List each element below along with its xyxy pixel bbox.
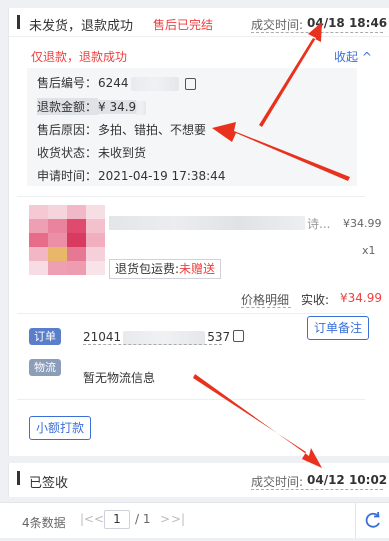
page-total: / 1 [135,512,151,526]
refund-amount-row: 退款金额：¥ 34.9 [37,98,147,116]
status-bar [17,15,20,29]
product-title-blur [109,216,305,230]
refresh-button[interactable] [355,503,389,538]
aftersale-status-badge: 售后已完结 [153,18,214,32]
order-number-prefix: 21041 [83,330,122,344]
price-detail-link[interactable]: 价格明细 [241,291,289,308]
deal-time-underline [251,489,383,490]
apply-time-value: 2021-04-19 17:38:44 [98,169,226,183]
apply-time-label: 申请时间： [37,169,98,183]
small-payment-button[interactable]: 小额打款 [29,416,92,440]
prev-page-icon[interactable]: < [94,512,104,526]
deal-time-label: 成交时间: [251,475,304,489]
divider [17,399,365,400]
copy-icon[interactable] [233,330,244,342]
collapse-link[interactable]: 收起 ^ [334,48,372,65]
shipping-insurance-label: 退货包运费: [115,262,180,276]
order-card-header: 未发货，退款成功 售后已完结 成交时间: 04/18 18:46 [9,8,389,37]
deal-time-value: 04/12 10:02 [307,473,388,487]
actual-received-value: ¥34.99 [340,291,382,305]
deal-time-value: 04/18 18:46 [307,16,388,30]
order-tag: 订单 [29,328,61,345]
status-bar [17,471,20,485]
product-price: ¥34.99 [343,217,382,230]
refund-amount-label: 退款金额： [37,98,98,115]
first-page-icon[interactable]: |< [80,512,94,526]
page-number-input[interactable]: 1 [104,510,130,529]
copy-icon[interactable] [184,77,196,90]
total-count: 4条数据 [22,516,66,530]
product-qty: x1 [362,244,376,257]
aftersale-no-label: 售后编号： [37,76,98,90]
aftersale-no-blur [130,76,179,91]
pagination-bar: 4条数据 |< < 1 / 1 > >| [0,502,389,538]
order-number-underline [83,344,222,345]
aftersale-no-value: 6244 [98,76,129,90]
order-number-blur [123,330,206,345]
actual-received-label: 实收: [301,293,330,307]
receive-status-label: 收货状态： [37,146,98,160]
shipping-insurance-value: 未赠送 [179,262,216,276]
next-page-icon[interactable]: > [160,512,170,526]
refund-amount-blur [136,100,147,115]
order-number-suffix: 537 [207,330,231,344]
reason-row: 售后原因：多拍、错拍、不想要 [37,121,206,139]
receive-status-row: 收货状态：未收到货 [37,144,146,162]
logistics-tag: 物流 [29,359,61,376]
divider [17,313,365,314]
deal-time-underline [251,32,383,33]
order-status: 已签收 [29,476,69,491]
deal-time-label: 成交时间: [251,18,304,32]
order-status: 未发货，退款成功 [29,19,134,34]
shipping-insurance-tag: 退货包运费:未赠送 [109,259,222,279]
last-page-icon[interactable]: >| [171,512,185,526]
reason-label: 售后原因： [37,123,98,137]
product-title-tail[interactable]: 诗... [307,215,330,232]
refund-title: 仅退款，退款成功 [31,50,128,64]
logistics-status: 暂无物流信息 [83,371,156,385]
receive-status-value: 未收到货 [98,146,147,160]
price-detail-underline [241,307,291,308]
refund-amount-value: ¥ 34.9 [98,100,137,114]
apply-time-row: 申请时间：2021-04-19 17:38:44 [37,167,225,185]
order-card: 已签收 成交时间: 04/12 10:02 [8,463,389,497]
order-number: 21041 537 [83,330,230,345]
order-card: 未发货，退款成功 售后已完结 成交时间: 04/18 18:46 仅退款，退款成… [8,8,389,456]
order-note-button[interactable]: 订单备注 [307,316,370,340]
aftersale-detail-box: 售后编号：6244 退款金额：¥ 34.9 售后原因：多拍、错拍、不想要 收货状… [27,68,357,186]
reason-value: 多拍、错拍、不想要 [98,123,207,137]
refresh-icon [365,511,380,528]
product-image[interactable] [29,205,105,275]
aftersale-no-row: 售后编号：6244 [37,74,196,92]
divider [17,196,365,197]
